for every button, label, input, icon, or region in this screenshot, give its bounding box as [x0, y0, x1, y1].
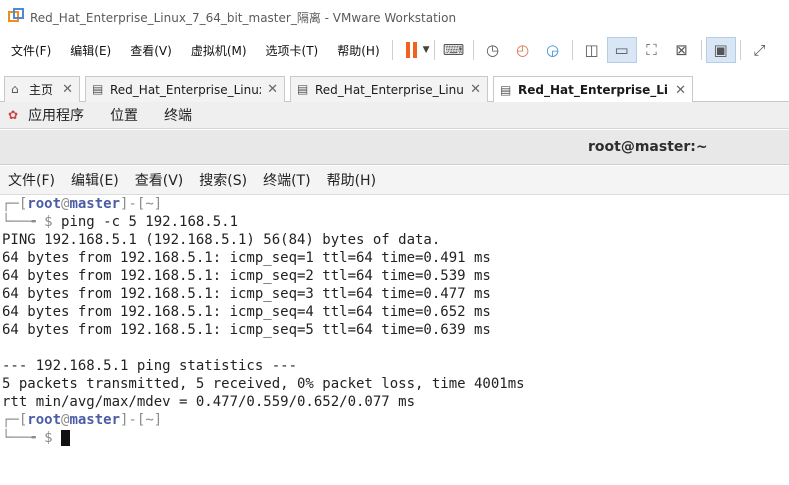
terminal-menubar: 文件(F) 编辑(E) 查看(V) 搜索(S) 终端(T) 帮助(H) — [0, 166, 789, 195]
vmware-menubar: 文件(F) 编辑(E) 查看(V) 虚拟机(M) 选项卡(T) 帮助(H) ▼ … — [0, 34, 789, 66]
library-button[interactable]: ◫ — [577, 37, 607, 63]
output-line: --- 192.168.5.1 ping statistics --- — [2, 358, 298, 374]
terminal-menu-search[interactable]: 搜索(S) — [199, 170, 247, 190]
terminal-menu-view[interactable]: 查看(V) — [135, 170, 184, 190]
toolbar-divider — [571, 40, 573, 60]
text-cursor — [61, 430, 71, 446]
terminal-app-menu[interactable]: 终端 — [164, 105, 192, 125]
snapshot-clock-icon: ◷ — [486, 41, 500, 59]
places-menu[interactable]: 位置 — [110, 105, 138, 125]
prompt-line: ┌─[root@master]-[~] — [2, 196, 163, 212]
snapshot-manager-icon: ◶ — [546, 41, 560, 59]
vm-icon: ▤ — [297, 82, 309, 96]
snapshot-button[interactable]: ◷ — [478, 37, 508, 63]
full-screen-icon: ⛶ — [646, 41, 657, 59]
chevron-down-icon[interactable]: ▼ — [423, 45, 430, 55]
terminal-menu-edit[interactable]: 编辑(E) — [71, 170, 119, 190]
output-line: 64 bytes from 192.168.5.1: icmp_seq=1 tt… — [2, 250, 491, 266]
output-line: 64 bytes from 192.168.5.1: icmp_seq=4 tt… — [2, 304, 491, 320]
unity-button[interactable]: ⊠ — [667, 37, 697, 63]
revert-snapshot-icon: ◴ — [516, 41, 530, 59]
close-icon[interactable]: ✕ — [470, 82, 481, 97]
keyboard-icon: ⌨ — [442, 41, 465, 59]
prompt-user: root — [27, 196, 62, 212]
output-line: 64 bytes from 192.168.5.1: icmp_seq=3 tt… — [2, 286, 491, 302]
output-line: 5 packets transmitted, 5 received, 0% pa… — [2, 376, 525, 392]
menu-view[interactable]: 查看(V) — [119, 42, 180, 59]
console-view-button[interactable]: ▣ — [705, 37, 736, 63]
full-screen-button[interactable]: ⛶ — [637, 37, 667, 63]
menu-edit[interactable]: 编辑(E) — [59, 42, 119, 59]
toolbar-divider — [739, 40, 741, 60]
close-icon[interactable]: ✕ — [267, 82, 278, 97]
console-icon: ▣ — [713, 41, 728, 59]
close-icon[interactable]: ✕ — [675, 83, 686, 98]
tab-label: Red_Hat_Enterprise_Linux_7... — [315, 82, 464, 97]
prompt-host: master — [69, 196, 121, 212]
terminal-output[interactable]: ┌─[root@master]-[~] └──╼ $ ping -c 5 192… — [0, 195, 789, 485]
tab-label: Red_Hat_Enterprise_Linux_7... — [110, 82, 261, 97]
output-line: PING 192.168.5.1 (192.168.5.1) 56(84) by… — [2, 232, 441, 248]
window-title: Red_Hat_Enterprise_Linux_7_64_bit_master… — [30, 10, 457, 25]
vm-tab-bar: ⌂ 主页 ✕ ▤ Red_Hat_Enterprise_Linux_7... ✕… — [0, 66, 789, 103]
vm-icon: ▤ — [500, 82, 512, 97]
send-ctrl-alt-del-button[interactable]: ⌨ — [439, 37, 469, 63]
stretch-guest-button[interactable]: ⤢ — [745, 37, 775, 63]
applications-menu[interactable]: 应用程序 — [28, 105, 84, 125]
terminal-menu-terminal[interactable]: 终端(T) — [263, 170, 310, 190]
terminal-menu-help[interactable]: 帮助(H) — [327, 170, 376, 190]
pause-icon — [406, 42, 418, 58]
stretch-icon: ⤢ — [753, 41, 766, 59]
toolbar-divider — [391, 40, 393, 60]
unity-icon: ⊠ — [675, 41, 688, 59]
applications-icon: ✿ — [8, 108, 19, 122]
prompt-dir: ~ — [145, 412, 154, 428]
tab-vm-1[interactable]: ▤ Red_Hat_Enterprise_Linux_7... ✕ — [85, 76, 285, 102]
menu-tabs[interactable]: 选项卡(T) — [255, 42, 327, 59]
window-title-bar: Red_Hat_Enterprise_Linux_7_64_bit_master… — [0, 0, 789, 34]
toolbar-divider — [433, 40, 435, 60]
input-line[interactable]: └──╼ $ — [2, 429, 787, 447]
menu-file[interactable]: 文件(F) — [0, 42, 59, 59]
tab-home[interactable]: ⌂ 主页 ✕ — [4, 76, 80, 102]
output-line: 64 bytes from 192.168.5.1: icmp_seq=5 tt… — [2, 322, 491, 338]
prompt-dir: ~ — [145, 196, 154, 212]
thumbnail-panel-icon: ▭ — [614, 41, 629, 59]
vm-icon: ▤ — [92, 82, 104, 96]
close-icon[interactable]: ✕ — [62, 82, 73, 97]
revert-snapshot-button[interactable]: ◴ — [508, 37, 538, 63]
terminal-title: root@master:~ — [588, 139, 708, 155]
prompt-line: ┌─[root@master]-[~] — [2, 412, 163, 428]
tab-vm-2[interactable]: ▤ Red_Hat_Enterprise_Linux_7... ✕ — [290, 76, 488, 102]
prompt-host: master — [69, 412, 121, 428]
menu-help[interactable]: 帮助(H) — [326, 42, 387, 59]
command-line: └──╼ $ ping -c 5 192.168.5.1 — [2, 214, 239, 230]
thumbnail-bar-button[interactable]: ▭ — [606, 37, 637, 63]
terminal-menu-file[interactable]: 文件(F) — [8, 170, 55, 190]
command-text: ping -c 5 192.168.5.1 — [61, 214, 239, 230]
output-line: rtt min/avg/max/mdev = 0.477/0.559/0.652… — [2, 394, 416, 410]
sidebar-panel-icon: ◫ — [584, 41, 599, 59]
home-icon: ⌂ — [11, 82, 19, 96]
toolbar-divider — [472, 40, 474, 60]
tab-vm-3[interactable]: ▤ Red_Hat_Enterprise_Linu... ✕ — [493, 76, 693, 103]
output-line: 64 bytes from 192.168.5.1: icmp_seq=2 tt… — [2, 268, 491, 284]
gnome-top-bar: ✿ 应用程序 位置 终端 — [0, 102, 789, 129]
menu-vm[interactable]: 虚拟机(M) — [180, 42, 255, 59]
toolbar-divider — [700, 40, 702, 60]
prompt-user: root — [27, 412, 62, 428]
tab-label: 主页 — [29, 83, 54, 97]
tab-label: Red_Hat_Enterprise_Linu... — [518, 83, 669, 97]
terminal-header-bar: root@master:~ — [0, 130, 789, 165]
snapshot-manager-button[interactable]: ◶ — [538, 37, 568, 63]
vmware-logo-icon — [8, 8, 24, 25]
